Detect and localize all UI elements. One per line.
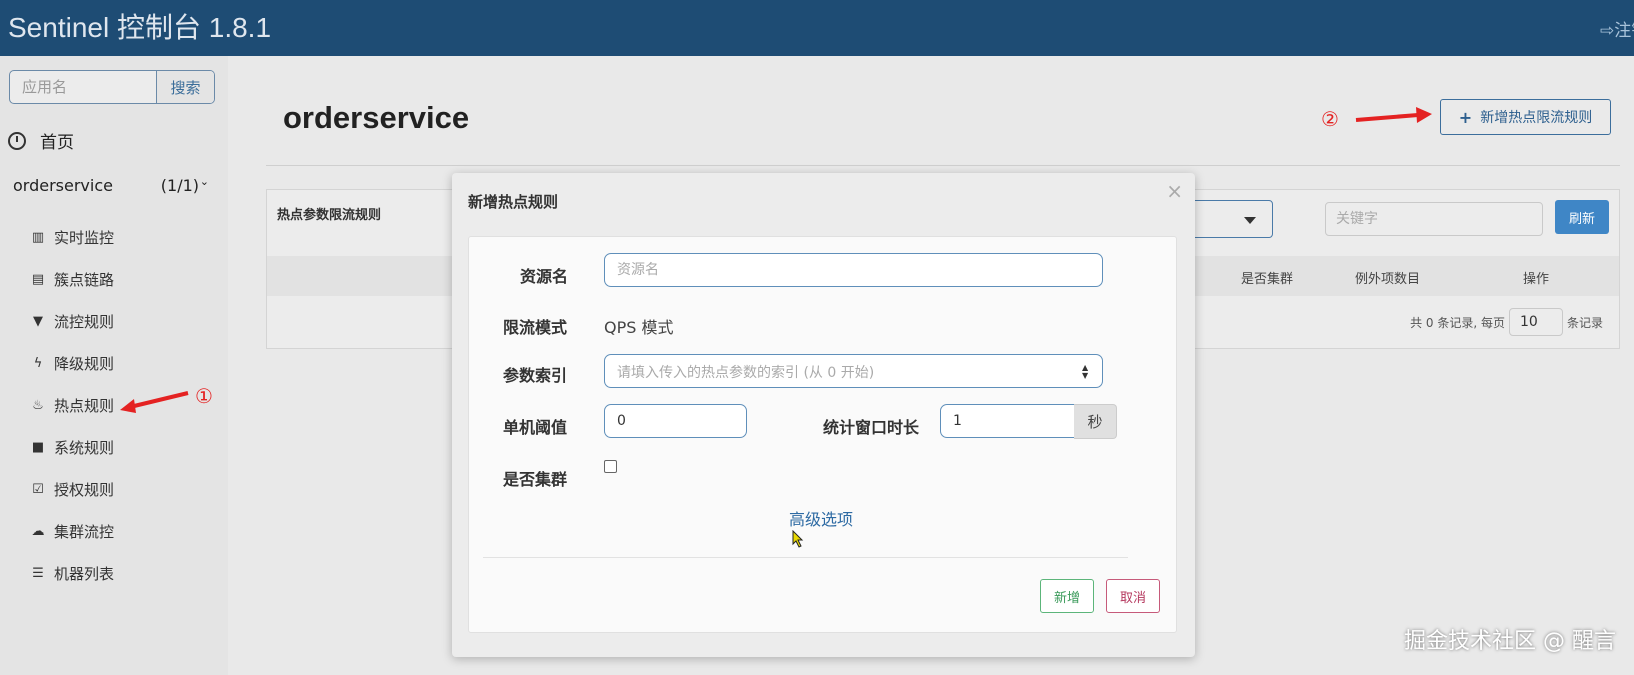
- advanced-options-link[interactable]: 高级选项: [789, 506, 853, 530]
- threshold-input[interactable]: [604, 404, 747, 438]
- param-index-label: 参数索引: [503, 366, 568, 385]
- app-title: Sentinel 控制台 1.8.1: [8, 12, 272, 43]
- sidebar-item-label: 系统规则: [54, 438, 115, 457]
- refresh-button[interactable]: 刷新: [1555, 200, 1609, 234]
- flash-icon: ϟ: [33, 355, 43, 371]
- app-instance-count: (1/1): [160, 176, 199, 195]
- app-search-group: 搜索: [9, 70, 215, 104]
- sidebar-item-label: 实时监控: [54, 228, 115, 247]
- sidebar-item-label: 簇点链路: [54, 270, 115, 289]
- spinner-icon: ▲ ▼: [1082, 363, 1089, 380]
- page-title: orderservice: [283, 100, 470, 135]
- mode-label: 限流模式: [503, 318, 568, 337]
- app-name: orderservice: [13, 176, 113, 195]
- cloud-icon: ☁: [31, 523, 45, 539]
- sign-out-icon: ⇨: [1600, 21, 1615, 41]
- resource-label: 资源名: [520, 267, 569, 286]
- sidebar-item-label: 授权规则: [54, 480, 115, 499]
- caret-down-icon: [1244, 217, 1256, 224]
- filter-icon: ▼: [33, 313, 43, 329]
- column-header: 操作: [1523, 272, 1550, 287]
- top-navbar: Sentinel 控制台 1.8.1 ⇨注销: [0, 0, 1634, 56]
- resource-input[interactable]: [604, 253, 1103, 287]
- divider: [266, 165, 1620, 166]
- param-index-placeholder: 请填入传入的热点参数的索引 (从 0 开始): [617, 365, 875, 381]
- column-header: 例外项数目: [1355, 272, 1421, 287]
- pager-prefix: 共 0 条记录, 每页: [1410, 315, 1505, 330]
- bar-chart-icon: ▥: [31, 229, 45, 245]
- keyword-input[interactable]: [1325, 202, 1543, 236]
- sidebar-item-label: 机器列表: [54, 564, 115, 583]
- check-icon: ☑: [32, 481, 44, 497]
- column-header: 是否集群: [1241, 272, 1294, 287]
- cancel-button[interactable]: 取消: [1106, 579, 1160, 613]
- sidebar-item-label: 热点规则: [54, 396, 115, 415]
- window-label: 统计窗口时长: [823, 418, 920, 437]
- sidebar-item-machines[interactable]: ☰ 机器列表: [30, 552, 114, 594]
- th-list-icon: ☰: [32, 565, 44, 581]
- sidebar: 搜索 首页 orderservice (1/1) ⌄ ▥ 实时监控 ▤ 簇点链路 ▼…: [0, 56, 228, 675]
- app-search-input[interactable]: [10, 71, 157, 103]
- annotation-marker-2: ②: [1321, 107, 1339, 131]
- sidebar-item-home[interactable]: 首页: [8, 128, 74, 153]
- dashboard-icon: [8, 131, 26, 150]
- sidebar-item-flow-rules[interactable]: ▼ 流控规则: [30, 300, 114, 342]
- pagination-info: 共 0 条记录, 每页 10 条记录: [1410, 308, 1603, 336]
- plus-icon: +: [1458, 107, 1473, 127]
- home-label: 首页: [40, 133, 74, 153]
- sidebar-item-cluster-link[interactable]: ▤ 簇点链路: [30, 258, 114, 300]
- sidebar-menu: ▥ 实时监控 ▤ 簇点链路 ▼ 流控规则 ϟ 降级规则 ♨ 热点规则 ■ 系统规则 ☑ 授权规…: [30, 216, 115, 594]
- cluster-label: 是否集群: [503, 470, 568, 489]
- chevron-down-icon: ⌄: [199, 175, 209, 188]
- sidebar-item-label: 流控规则: [54, 312, 115, 331]
- sidebar-item-system-rules[interactable]: ■ 系统规则: [30, 426, 114, 468]
- fire-icon: ♨: [32, 397, 44, 413]
- close-icon[interactable]: ×: [1166, 179, 1183, 203]
- annotation-arrow-1: [120, 391, 189, 413]
- app-group-toggle[interactable]: orderservice (1/1) ⌄: [13, 175, 213, 195]
- sidebar-item-cluster-flow[interactable]: ☁ 集群流控: [30, 510, 115, 552]
- mode-value: QPS 模式: [604, 318, 674, 337]
- dialog-title: 新增热点规则: [468, 193, 559, 211]
- window-unit: 秒: [1074, 404, 1117, 439]
- sidebar-item-label: 降级规则: [54, 354, 115, 373]
- threshold-label: 单机阈值: [503, 418, 568, 437]
- add-hotspot-rule-label: 新增热点限流规则: [1480, 110, 1593, 126]
- logout-link[interactable]: ⇨注销: [1600, 16, 1634, 41]
- dialog-footer-divider: [483, 557, 1128, 558]
- add-button[interactable]: 新增: [1040, 579, 1094, 613]
- panel-title: 热点参数限流规则: [277, 208, 382, 223]
- sidebar-item-auth-rules[interactable]: ☑ 授权规则: [30, 468, 114, 510]
- lock-icon: ■: [31, 439, 45, 455]
- add-hotspot-rule-button[interactable]: + 新增热点限流规则: [1440, 99, 1611, 135]
- pager-suffix: 条记录: [1566, 315, 1603, 330]
- cluster-checkbox[interactable]: [604, 460, 617, 473]
- logout-label: 注销: [1614, 21, 1634, 41]
- sidebar-item-hotspot-rules[interactable]: ♨ 热点规则: [30, 384, 114, 426]
- param-index-select[interactable]: 请填入传入的热点参数的索引 (从 0 开始) ▲ ▼: [604, 354, 1103, 388]
- annotation-marker-1: ①: [195, 384, 213, 408]
- annotation-arrow-2: [1355, 107, 1432, 123]
- search-button[interactable]: 搜索: [156, 71, 214, 103]
- watermark: 掘金技术社区 @ 醒言: [1404, 629, 1616, 654]
- sidebar-item-degrade-rules[interactable]: ϟ 降级规则: [30, 342, 114, 384]
- window-input[interactable]: [940, 404, 1075, 438]
- sidebar-item-realtime[interactable]: ▥ 实时监控: [30, 216, 114, 258]
- page-size-input[interactable]: 10: [1508, 308, 1563, 336]
- sidebar-item-label: 集群流控: [54, 522, 115, 541]
- mouse-cursor-icon: [792, 530, 804, 548]
- list-alt-icon: ▤: [31, 271, 45, 287]
